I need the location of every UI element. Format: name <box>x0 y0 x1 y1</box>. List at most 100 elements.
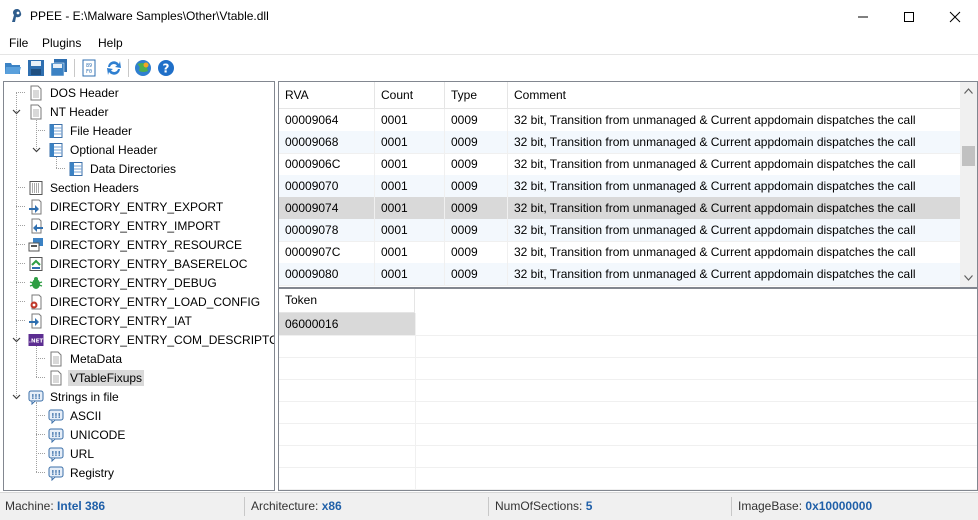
cell-comment: 32 bit, Transition from unmanaged & Curr… <box>514 201 916 215</box>
menu-plugins[interactable]: Plugins <box>42 36 81 50</box>
resource-icon <box>28 237 44 253</box>
refresh-icon[interactable] <box>105 59 123 77</box>
tree-node-nt-header[interactable]: NT Header <box>28 102 110 121</box>
chevron-down-icon[interactable] <box>12 335 21 344</box>
status-imagebase-label: ImageBase: <box>738 499 803 513</box>
table-row[interactable]: 00009078 0001 0009 32 bit, Transition from … <box>279 219 960 242</box>
scroll-down-icon[interactable] <box>964 275 973 281</box>
tree-connector-line <box>16 92 25 93</box>
cell-comment: 32 bit, Transition from unmanaged & Curr… <box>514 223 916 237</box>
vertical-scrollbar[interactable] <box>960 82 977 287</box>
tree-connector-line <box>36 415 45 416</box>
grid-header: RVA Count Type Comment <box>279 82 960 109</box>
close-button[interactable] <box>932 0 978 33</box>
scroll-up-icon[interactable] <box>964 88 973 94</box>
cell-rva: 00009070 <box>279 175 375 197</box>
cell-rva: 0000907C <box>279 241 375 263</box>
table-row[interactable]: 0000907C 0001 0009 32 bit, Transition from … <box>279 241 960 264</box>
document-icon <box>28 85 44 101</box>
cell-type: 0009 <box>445 219 508 241</box>
cell-comment: 32 bit, Transition from unmanaged & Curr… <box>514 267 916 281</box>
tree-node-vtablefixups[interactable]: VTableFixups <box>48 368 145 387</box>
column-header-rva[interactable]: RVA <box>279 82 375 108</box>
tree-node-directory-entry-load-config[interactable]: DIRECTORY_ENTRY_LOAD_CONFIG <box>28 292 262 311</box>
hex-view-icon[interactable]: 89 F0 <box>80 59 98 77</box>
status-arch-value: x86 <box>321 499 342 513</box>
column-header-type[interactable]: Type <box>445 82 508 108</box>
tree-node-directory-entry-resource[interactable]: DIRECTORY_ENTRY_RESOURCE <box>28 235 244 254</box>
tree-connector-line <box>16 225 25 226</box>
column-header-token[interactable]: Token <box>279 289 415 313</box>
cell-rva: 00009074 <box>279 197 375 219</box>
tree-node-metadata[interactable]: MetaData <box>48 349 124 368</box>
tree-connector-line <box>16 320 25 321</box>
cell-type: 0009 <box>445 241 508 263</box>
save-icon[interactable] <box>27 59 45 77</box>
tree-connector-line <box>36 434 45 435</box>
maximize-button[interactable] <box>886 0 932 33</box>
table-row[interactable]: 0000906C 0001 0009 32 bit, Transition from … <box>279 153 960 176</box>
column-header-count[interactable]: Count <box>375 82 445 108</box>
token-row[interactable]: 06000016 <box>279 313 415 335</box>
tree-node-data-directories[interactable]: Data Directories <box>68 159 178 178</box>
table-row[interactable]: 00009068 0001 0009 32 bit, Transition from … <box>279 131 960 154</box>
virustotal-icon[interactable] <box>134 59 152 77</box>
minimize-button[interactable] <box>840 0 886 33</box>
svg-text:!!!: !!! <box>51 450 61 458</box>
cell-comment: 32 bit, Transition from unmanaged & Curr… <box>514 179 916 193</box>
tree-node-strings-in-file[interactable]: !!! Strings in file <box>28 387 121 406</box>
svg-text:!!!: !!! <box>31 393 41 401</box>
table-row[interactable]: 00009080 0001 0009 32 bit, Transition from … <box>279 263 960 286</box>
svg-text:!!!: !!! <box>51 412 61 420</box>
tree-connector-line <box>36 358 45 359</box>
tree-node-directory-entry-com-descriptor[interactable]: .NET DIRECTORY_ENTRY_COM_DESCRIPTOR <box>28 330 274 349</box>
help-icon[interactable]: ? <box>157 59 175 77</box>
tree-node-label: UNICODE <box>70 427 126 442</box>
grid-line <box>279 445 977 446</box>
tree-node-unicode[interactable]: !!! UNICODE <box>48 425 127 444</box>
cell-comment: 32 bit, Transition from unmanaged & Curr… <box>514 135 916 149</box>
import-icon <box>28 218 44 234</box>
grid-line <box>279 401 977 402</box>
tree-node-dos-header[interactable]: DOS Header <box>28 83 121 102</box>
status-machine-label: Machine: <box>5 499 54 513</box>
tree-node-ascii[interactable]: !!! ASCII <box>48 406 103 425</box>
cell-type: 0009 <box>445 131 508 153</box>
tree-node-label: Section Headers <box>50 180 139 195</box>
tree-node-directory-entry-iat[interactable]: DIRECTORY_ENTRY_IAT <box>28 311 194 330</box>
tree-view[interactable]: DOS Header NT Header File Header Optional H… <box>3 81 275 491</box>
toolbar-separator <box>128 59 129 77</box>
tree-node-registry[interactable]: !!! Registry <box>48 463 116 482</box>
table-row[interactable]: 00009064 0001 0009 32 bit, Transition from … <box>279 109 960 132</box>
menu-help[interactable]: Help <box>98 36 123 50</box>
tree-node-section-headers[interactable]: Section Headers <box>28 178 141 197</box>
open-folder-icon[interactable] <box>4 59 22 77</box>
tree-node-directory-entry-import[interactable]: DIRECTORY_ENTRY_IMPORT <box>28 216 222 235</box>
save-all-icon[interactable] <box>50 59 68 77</box>
chevron-down-icon[interactable] <box>12 107 21 116</box>
grid-column-line <box>415 313 416 490</box>
table-icon <box>48 123 64 139</box>
cell-count: 0001 <box>375 263 445 285</box>
column-header-comment[interactable]: Comment <box>508 82 960 108</box>
table-row[interactable]: 00009070 0001 0009 32 bit, Transition from … <box>279 175 960 198</box>
scrollbar-thumb[interactable] <box>962 146 975 166</box>
chevron-down-icon[interactable] <box>12 392 21 401</box>
toolbar: 89 F0 ? <box>0 54 978 81</box>
tree-node-directory-entry-export[interactable]: DIRECTORY_ENTRY_EXPORT <box>28 197 225 216</box>
tree-node-url[interactable]: !!! URL <box>48 444 96 463</box>
tree-connector-line <box>36 402 37 472</box>
tree-node-label: DOS Header <box>50 85 119 100</box>
tree-node-directory-entry-debug[interactable]: DIRECTORY_ENTRY_DEBUG <box>28 273 219 292</box>
menu-file[interactable]: File <box>9 36 28 50</box>
table-row[interactable]: 00009074 0001 0009 32 bit, Transition from … <box>279 197 960 220</box>
tree-node-file-header[interactable]: File Header <box>48 121 134 140</box>
cell-rva: 00009080 <box>279 263 375 285</box>
cell-count: 0001 <box>375 241 445 263</box>
cell-type: 0009 <box>445 197 508 219</box>
tree-node-optional-header[interactable]: Optional Header <box>48 140 159 159</box>
menu-bar: File Plugins Help <box>0 33 978 54</box>
iat-icon <box>28 313 44 329</box>
chevron-down-icon[interactable] <box>32 145 41 154</box>
tree-node-directory-entry-basereloc[interactable]: DIRECTORY_ENTRY_BASERELOC <box>28 254 249 273</box>
